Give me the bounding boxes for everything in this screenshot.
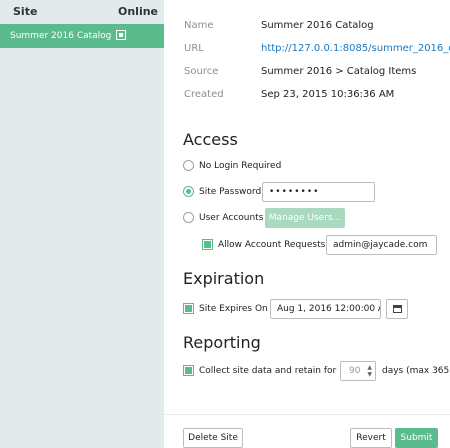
site-list-sidebar: Site Online Summer 2016 Catalog <box>0 0 164 448</box>
request-email-input[interactable]: admin@jaycade.com <box>326 235 437 255</box>
expiration-heading: Expiration <box>183 269 265 288</box>
manage-users-button[interactable]: Manage Users... <box>265 208 345 228</box>
no-login-radio[interactable] <box>183 160 194 171</box>
submit-button[interactable]: Submit <box>395 428 438 448</box>
site-expires-label[interactable]: Site Expires On <box>199 304 268 314</box>
site-password-radio[interactable] <box>183 186 194 197</box>
created-label: Created <box>184 89 224 100</box>
calendar-icon <box>393 305 402 313</box>
url-link[interactable]: http://127.0.0.1:8085/summer_2016_c <box>261 43 450 54</box>
collect-data-checkbox[interactable] <box>183 365 194 376</box>
site-name: Summer 2016 Catalog <box>10 31 112 41</box>
collect-data-label[interactable]: Collect site data and retain for <box>199 366 336 376</box>
site-details-pane: Name Summer 2016 Catalog URL http://127.… <box>164 0 450 448</box>
delete-site-button[interactable]: Delete Site <box>183 428 243 448</box>
calendar-button[interactable] <box>386 299 408 319</box>
source-label: Source <box>184 66 219 77</box>
online-checkbox[interactable] <box>116 30 126 40</box>
reporting-heading: Reporting <box>183 333 261 352</box>
column-header-online[interactable]: Online <box>118 5 158 18</box>
retention-days-suffix: days (max 365) <box>382 366 450 376</box>
user-accounts-label[interactable]: User Accounts <box>199 213 263 223</box>
created-value: Sep 23, 2015 10:36:36 AM <box>261 89 395 100</box>
site-list-header: Site Online <box>0 0 164 24</box>
name-label: Name <box>184 20 214 31</box>
stepper-arrows-icon[interactable]: ▲ ▼ <box>367 364 372 378</box>
url-label: URL <box>184 43 204 54</box>
name-value: Summer 2016 Catalog <box>261 20 374 31</box>
allow-requests-label[interactable]: Allow Account Requests <box>218 240 325 250</box>
user-accounts-radio[interactable] <box>183 212 194 223</box>
revert-button[interactable]: Revert <box>350 428 392 448</box>
site-list-row-selected[interactable]: Summer 2016 Catalog <box>0 24 164 48</box>
expiration-date-input[interactable]: Aug 1, 2016 12:00:00 AM <box>270 299 381 319</box>
site-password-label[interactable]: Site Password <box>199 187 261 197</box>
access-heading: Access <box>183 130 238 149</box>
site-expires-checkbox[interactable] <box>183 303 194 314</box>
allow-requests-checkbox[interactable] <box>202 239 213 250</box>
retention-days-stepper[interactable]: 90 ▲ ▼ <box>340 361 376 381</box>
column-header-site[interactable]: Site <box>13 5 37 18</box>
source-value: Summer 2016 > Catalog Items <box>261 66 417 77</box>
site-password-input[interactable]: •••••••• <box>262 182 375 202</box>
retention-days-value: 90 <box>349 366 361 376</box>
footer-divider <box>164 414 450 415</box>
no-login-label[interactable]: No Login Required <box>199 161 281 171</box>
